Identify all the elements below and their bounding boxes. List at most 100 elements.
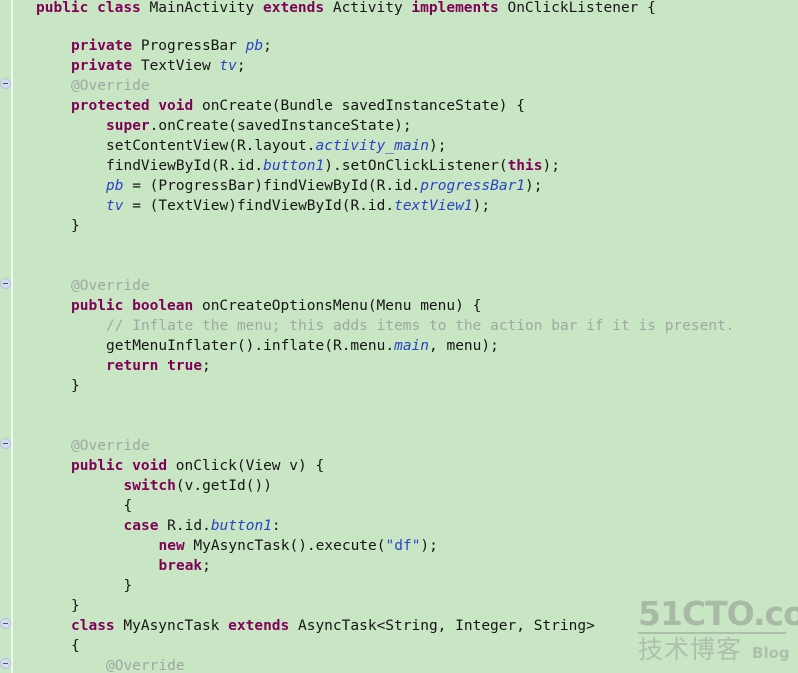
gutter-separator-rule (11, 0, 13, 673)
code-text-area[interactable]: public class MainActivity extends Activi… (0, 0, 798, 673)
code-line[interactable]: private ProgressBar pb; (71, 36, 272, 56)
watermark-site-label: 51CTO.com (638, 594, 798, 633)
code-token: ); (420, 538, 438, 554)
code-line[interactable]: tv = (TextView)findViewById(R.id.textVie… (106, 196, 490, 216)
code-token: { (71, 638, 80, 654)
code-token: @Override (71, 438, 150, 454)
code-token: ); (429, 138, 447, 154)
code-line[interactable]: super.onCreate(savedInstanceState); (106, 116, 412, 136)
code-token: onClick(View v) { (167, 458, 325, 474)
code-token: new (158, 538, 185, 554)
code-line[interactable]: } (71, 216, 80, 236)
watermark-subtitle: 技术博客 (638, 635, 743, 664)
code-token: ).setOnClickListener( (324, 158, 508, 174)
code-line[interactable]: { (71, 636, 80, 656)
code-token: this (507, 158, 543, 174)
fold-collapse-icon[interactable] (0, 618, 11, 629)
code-token: ProgressBar (132, 38, 246, 54)
code-line[interactable]: break; (159, 556, 211, 576)
code-token: ); (472, 198, 491, 214)
code-line[interactable]: pb = (ProgressBar)findViewById(R.id.prog… (106, 176, 543, 196)
code-token: { (123, 498, 133, 514)
code-line[interactable]: { (124, 496, 133, 516)
code-line[interactable]: } (71, 596, 80, 616)
code-token: } (71, 378, 80, 394)
code-token: private (71, 38, 133, 54)
code-line[interactable]: public class MainActivity extends Activi… (36, 0, 656, 18)
code-line[interactable]: class MyAsyncTask extends AsyncTask<Stri… (71, 616, 595, 636)
code-token: : (271, 518, 281, 534)
code-token: ; (236, 58, 246, 74)
code-token: TextView (132, 58, 220, 74)
code-token: textView1 (394, 198, 473, 214)
code-token: class (71, 618, 115, 634)
code-line[interactable]: getMenuInflater().inflate(R.menu.main, m… (106, 336, 499, 356)
code-token: public (36, 0, 89, 16)
code-token: extends (228, 618, 290, 634)
fold-collapse-icon[interactable] (0, 658, 11, 669)
code-token: void (132, 458, 168, 474)
code-token: private (71, 58, 133, 74)
code-line[interactable]: case R.id.button1: (124, 516, 281, 536)
code-line[interactable]: @Override (71, 76, 150, 96)
code-line[interactable]: } (124, 576, 133, 596)
code-token: } (71, 598, 80, 614)
code-line[interactable]: public void onClick(View v) { (71, 456, 324, 476)
code-token: onCreate(Bundle savedInstanceState) { (193, 98, 525, 114)
code-token: } (123, 578, 133, 594)
code-token: MainActivity (140, 0, 263, 16)
code-token: setContentView(R.layout. (106, 138, 316, 154)
code-token: @Override (71, 78, 150, 94)
code-token: public (71, 458, 124, 474)
code-line[interactable]: } (71, 376, 80, 396)
code-token: activity_main (315, 138, 430, 154)
fold-collapse-icon[interactable] (0, 278, 11, 289)
code-token: ); (525, 178, 543, 194)
code-token: @Override (71, 278, 150, 294)
code-token: // Inflate the menu; this adds items to … (106, 318, 735, 334)
code-token: onCreateOptionsMenu(Menu menu) { (193, 298, 482, 314)
code-token: (v.getId()) (175, 478, 272, 494)
watermark: 51CTO.com 技术博客 Blog (638, 594, 798, 667)
code-token: "df" (385, 538, 421, 554)
code-token: public (71, 298, 124, 314)
code-line[interactable]: protected void onCreate(Bundle savedInst… (71, 96, 525, 116)
code-token: @Override (106, 658, 185, 673)
code-token: progressBar1 (420, 178, 526, 194)
code-line[interactable]: findViewById(R.id.button1).setOnClickLis… (106, 156, 560, 176)
code-line[interactable]: // Inflate the menu; this adds items to … (106, 316, 735, 336)
code-token: AsyncTask<String, Integer, String> (289, 618, 595, 634)
code-token: case (123, 518, 159, 534)
code-line[interactable]: public boolean onCreateOptionsMenu(Menu … (71, 296, 481, 316)
code-editor[interactable]: public class MainActivity extends Activi… (0, 0, 798, 673)
code-token: switch (123, 478, 176, 494)
code-line[interactable]: new MyAsyncTask().execute("df"); (159, 536, 438, 556)
code-token: = (TextView)findViewById(R.id. (123, 198, 395, 214)
code-line[interactable]: setContentView(R.layout.activity_main); (106, 136, 446, 156)
code-token: .onCreate(savedInstanceState); (149, 118, 412, 134)
fold-collapse-icon[interactable] (0, 78, 11, 89)
fold-collapse-icon[interactable] (0, 438, 11, 449)
code-line[interactable]: @Override (71, 276, 150, 296)
watermark-subtitle-row: 技术博客 Blog (638, 636, 790, 663)
watermark-blog-label: Blog (752, 644, 790, 662)
code-token: boolean (132, 298, 194, 314)
code-token: ; (263, 38, 272, 54)
code-token: main (394, 338, 430, 354)
code-line[interactable]: switch(v.getId()) (124, 476, 272, 496)
code-line[interactable]: private TextView tv; (71, 56, 246, 76)
code-token: tv (219, 58, 237, 74)
code-line[interactable]: return true; (106, 356, 211, 376)
code-line[interactable]: @Override (106, 656, 185, 673)
code-token: tv (106, 198, 124, 214)
code-token: OnClickListener { (498, 0, 656, 16)
code-token: void (158, 98, 194, 114)
code-line[interactable]: @Override (71, 436, 150, 456)
code-token: class (97, 0, 141, 16)
code-token: pb (106, 178, 124, 194)
code-token: MyAsyncTask().execute( (184, 538, 386, 554)
